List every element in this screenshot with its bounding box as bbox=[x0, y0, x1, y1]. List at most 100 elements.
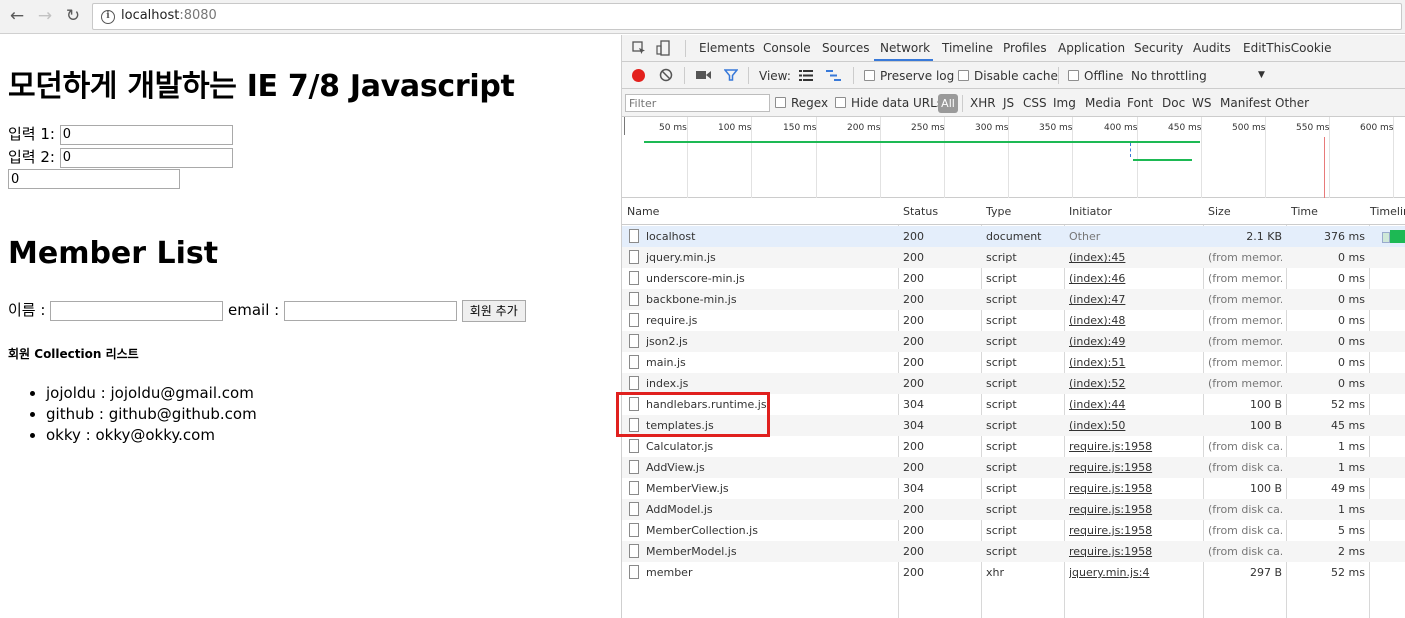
cell-initiator[interactable]: (index):47 bbox=[1069, 293, 1199, 306]
filter-type-js[interactable]: JS bbox=[1003, 96, 1014, 110]
checkbox[interactable] bbox=[835, 97, 846, 108]
filter-type-css[interactable]: CSS bbox=[1023, 96, 1047, 110]
preserve-log-checkbox[interactable]: Preserve log bbox=[864, 69, 954, 83]
inspect-element-icon[interactable] bbox=[632, 41, 646, 55]
table-row[interactable]: member 200 xhr jquery.min.js:4 297 B 52 ms bbox=[622, 562, 1405, 583]
info-icon[interactable]: i bbox=[101, 10, 115, 24]
column-header-type[interactable]: Type bbox=[986, 205, 1011, 218]
tab-audits[interactable]: Audits bbox=[1193, 41, 1231, 55]
tab-application[interactable]: Application bbox=[1058, 41, 1125, 55]
cell-name[interactable]: member bbox=[646, 566, 894, 579]
cell-name[interactable]: backbone-min.js bbox=[646, 293, 894, 306]
name-field[interactable] bbox=[50, 300, 224, 321]
filter-input[interactable] bbox=[625, 94, 770, 112]
cell-name[interactable]: AddModel.js bbox=[646, 503, 894, 516]
cell-name[interactable]: MemberModel.js bbox=[646, 545, 894, 558]
forward-arrow-icon[interactable]: → bbox=[34, 5, 56, 27]
cell-initiator[interactable]: jquery.min.js:4 bbox=[1069, 566, 1199, 579]
cell-initiator[interactable]: (index):51 bbox=[1069, 356, 1199, 369]
tab-security[interactable]: Security bbox=[1134, 41, 1183, 55]
throttling-select[interactable]: No throttling bbox=[1131, 69, 1207, 83]
tab-sources[interactable]: Sources bbox=[822, 41, 869, 55]
table-row[interactable]: AddModel.js 200 script require.js:1958 (from… bbox=[622, 499, 1405, 520]
cell-name[interactable]: jquery.min.js bbox=[646, 251, 894, 264]
filter-type-manifest[interactable]: Manifest bbox=[1220, 96, 1271, 110]
cell-initiator[interactable]: (index):49 bbox=[1069, 335, 1199, 348]
checkbox[interactable] bbox=[1068, 70, 1079, 81]
input1-field[interactable] bbox=[59, 124, 233, 145]
filter-type-img[interactable]: Img bbox=[1053, 96, 1076, 110]
column-header-time[interactable]: Time bbox=[1291, 205, 1318, 218]
table-row[interactable]: require.js 200 script (index):48 (from memor… bbox=[622, 310, 1405, 331]
checkbox[interactable] bbox=[958, 70, 969, 81]
table-row[interactable]: AddView.js 200 script require.js:1958 (from … bbox=[622, 457, 1405, 478]
table-row[interactable]: backbone-min.js 200 script (index):47 (from … bbox=[622, 289, 1405, 310]
filter-type-xhr[interactable]: XHR bbox=[970, 96, 996, 110]
large-rows-icon[interactable] bbox=[799, 70, 813, 81]
cell-initiator[interactable]: require.js:1958 bbox=[1069, 524, 1199, 537]
filter-type-doc[interactable]: Doc bbox=[1162, 96, 1185, 110]
table-row[interactable]: localhost 200 document Other 2.1 KB 376 ms bbox=[622, 226, 1405, 247]
cell-name[interactable]: MemberView.js bbox=[646, 482, 894, 495]
filter-type-media[interactable]: Media bbox=[1085, 96, 1121, 110]
filter-type-other[interactable]: Other bbox=[1275, 96, 1309, 110]
cell-initiator[interactable]: (index):50 bbox=[1069, 419, 1199, 432]
regex-checkbox[interactable]: Regex bbox=[775, 96, 828, 110]
cell-name[interactable]: json2.js bbox=[646, 335, 894, 348]
table-row[interactable]: index.js 200 script (index):52 (from memor..… bbox=[622, 373, 1405, 394]
tab-timeline[interactable]: Timeline bbox=[942, 41, 993, 55]
overview-icon[interactable] bbox=[826, 70, 841, 81]
table-row[interactable]: Calculator.js 200 script require.js:1958 (fr… bbox=[622, 436, 1405, 457]
column-header-timeline[interactable]: Timeline bbox=[1370, 205, 1405, 218]
chevron-down-icon[interactable]: ▼ bbox=[1258, 70, 1265, 80]
record-icon[interactable] bbox=[632, 69, 645, 82]
tab-console[interactable]: Console bbox=[763, 41, 811, 55]
add-member-button[interactable]: 회원 추가 bbox=[461, 299, 526, 322]
table-row[interactable]: MemberModel.js 200 script require.js:1958 (f… bbox=[622, 541, 1405, 562]
column-header-status[interactable]: Status bbox=[903, 205, 938, 218]
network-overview[interactable]: 50 ms 100 ms 150 ms 200 ms 250 ms 300 ms… bbox=[622, 117, 1405, 198]
cell-initiator[interactable]: require.js:1958 bbox=[1069, 503, 1199, 516]
cell-name[interactable]: require.js bbox=[646, 314, 894, 327]
cell-initiator[interactable]: require.js:1958 bbox=[1069, 461, 1199, 474]
cell-initiator[interactable]: (index):44 bbox=[1069, 398, 1199, 411]
table-row[interactable]: json2.js 200 script (index):49 (from memor..… bbox=[622, 331, 1405, 352]
tab-elements[interactable]: Elements bbox=[699, 41, 755, 55]
cell-initiator[interactable]: (index):52 bbox=[1069, 377, 1199, 390]
disable-cache-checkbox[interactable]: Disable cache bbox=[958, 69, 1058, 83]
reload-icon[interactable]: ↻ bbox=[62, 5, 84, 27]
table-row[interactable]: MemberCollection.js 200 script require.js:1… bbox=[622, 520, 1405, 541]
back-arrow-icon[interactable]: ← bbox=[6, 5, 28, 27]
cell-name[interactable]: AddView.js bbox=[646, 461, 894, 474]
offline-checkbox[interactable]: Offline bbox=[1068, 69, 1123, 83]
table-row[interactable]: MemberView.js 304 script require.js:1958 100… bbox=[622, 478, 1405, 499]
column-header-size[interactable]: Size bbox=[1208, 205, 1231, 218]
input2-field[interactable] bbox=[59, 147, 233, 168]
url-text[interactable]: localhost:8080 bbox=[121, 8, 217, 23]
tab-network[interactable]: Network bbox=[880, 41, 930, 55]
filter-icon[interactable] bbox=[723, 68, 739, 82]
cell-initiator[interactable]: (index):45 bbox=[1069, 251, 1199, 264]
cell-initiator[interactable]: require.js:1958 bbox=[1069, 482, 1199, 495]
column-header-name[interactable]: Name bbox=[627, 205, 659, 218]
cell-name[interactable]: Calculator.js bbox=[646, 440, 894, 453]
cell-name[interactable]: main.js bbox=[646, 356, 894, 369]
checkbox[interactable] bbox=[775, 97, 786, 108]
tab-profiles[interactable]: Profiles bbox=[1003, 41, 1047, 55]
cell-initiator[interactable]: (index):48 bbox=[1069, 314, 1199, 327]
filter-type-ws[interactable]: WS bbox=[1192, 96, 1211, 110]
table-row[interactable]: jquery.min.js 200 script (index):45 (from me… bbox=[622, 247, 1405, 268]
clear-icon[interactable] bbox=[659, 68, 673, 82]
capture-screenshots-icon[interactable] bbox=[696, 69, 712, 81]
column-header-initiator[interactable]: Initiator bbox=[1069, 205, 1112, 218]
email-field[interactable] bbox=[283, 300, 457, 321]
cell-initiator[interactable]: require.js:1958 bbox=[1069, 440, 1199, 453]
tab-editthiscookie[interactable]: EditThisCookie bbox=[1243, 41, 1332, 55]
cell-name[interactable]: index.js bbox=[646, 377, 894, 390]
filter-type-font[interactable]: Font bbox=[1127, 96, 1153, 110]
device-toolbar-icon[interactable] bbox=[656, 40, 672, 56]
cell-initiator[interactable]: (index):46 bbox=[1069, 272, 1199, 285]
checkbox[interactable] bbox=[864, 70, 875, 81]
filter-type-all[interactable]: All bbox=[938, 94, 958, 113]
address-bar[interactable]: i localhost:8080 bbox=[92, 3, 1402, 30]
